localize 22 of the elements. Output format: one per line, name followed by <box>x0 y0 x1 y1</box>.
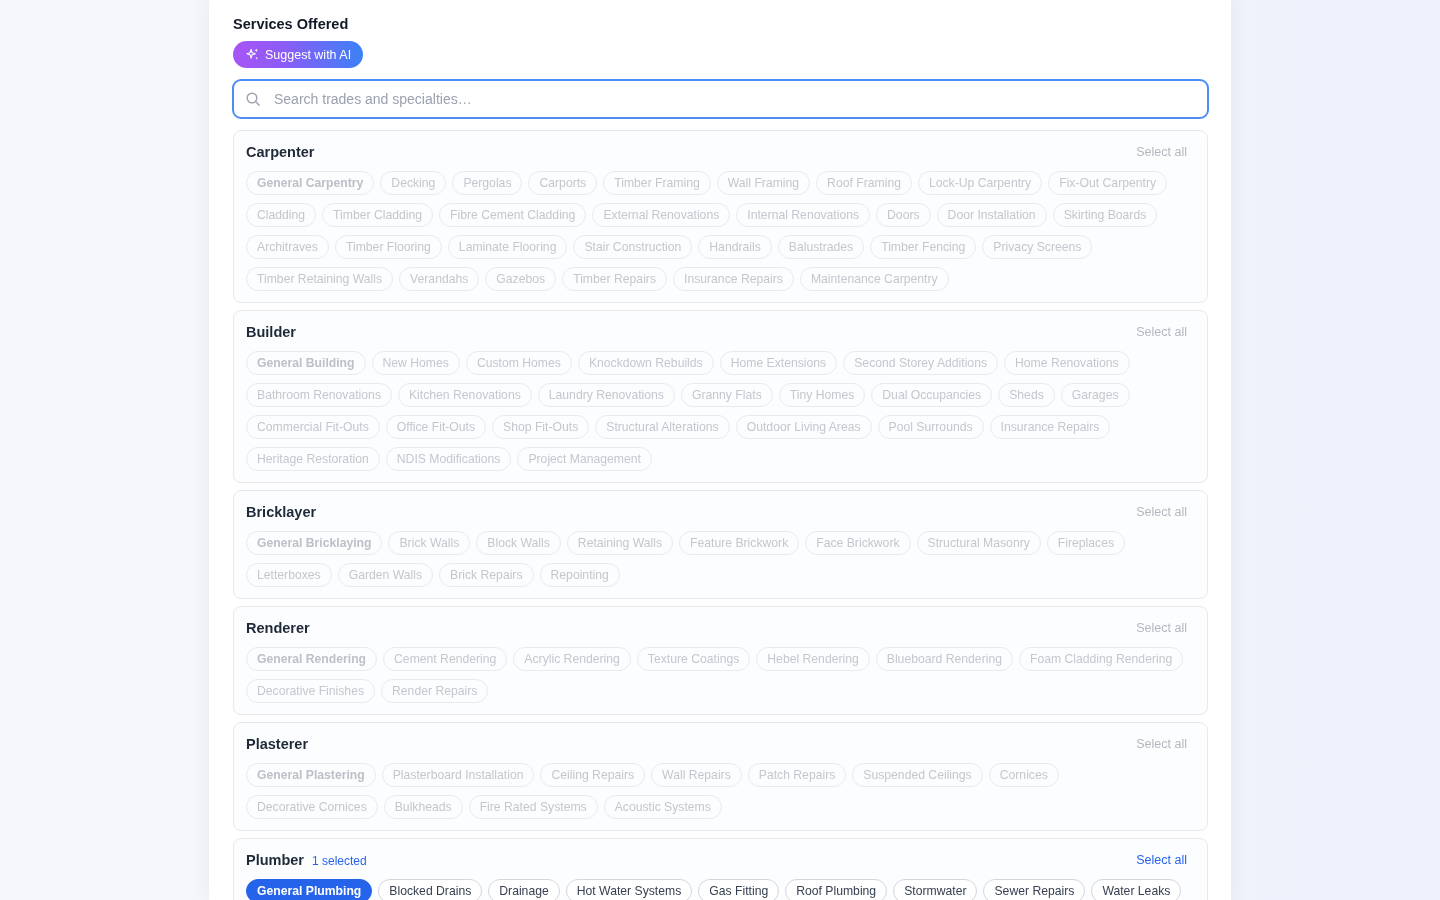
sparkle-icon <box>246 48 259 61</box>
selected-count: 1 selected <box>312 854 367 868</box>
service-chip[interactable]: Blocked Drains <box>378 879 483 900</box>
service-chip[interactable]: Gas Fitting <box>698 879 780 900</box>
service-chip[interactable]: General Plumbing <box>246 879 373 900</box>
trade-title: Plasterer <box>246 736 309 752</box>
trade-title: Plumber <box>246 852 304 868</box>
section-title: Services Offered <box>233 15 349 33</box>
trade-title: Builder <box>246 324 296 340</box>
service-chip[interactable]: Sewer Repairs <box>983 879 1086 900</box>
trade-title: Carpenter <box>246 144 315 160</box>
service-chip[interactable]: Hot Water Systems <box>565 879 693 900</box>
service-chip[interactable]: Drainage <box>488 879 560 900</box>
select-all-link[interactable]: Select all <box>1130 853 1193 867</box>
trade-title: Renderer <box>246 620 310 636</box>
service-chip[interactable]: Roof Plumbing <box>785 879 888 900</box>
service-chip[interactable]: Water Leaks <box>1091 879 1182 900</box>
service-chip[interactable]: Stormwater <box>893 879 978 900</box>
search-field[interactable]: Search trades and specialties… <box>232 79 1209 119</box>
search-icon <box>246 92 260 106</box>
trade-title: Bricklayer <box>246 504 317 520</box>
suggest-ai-button[interactable]: Suggest with AI <box>233 41 364 68</box>
